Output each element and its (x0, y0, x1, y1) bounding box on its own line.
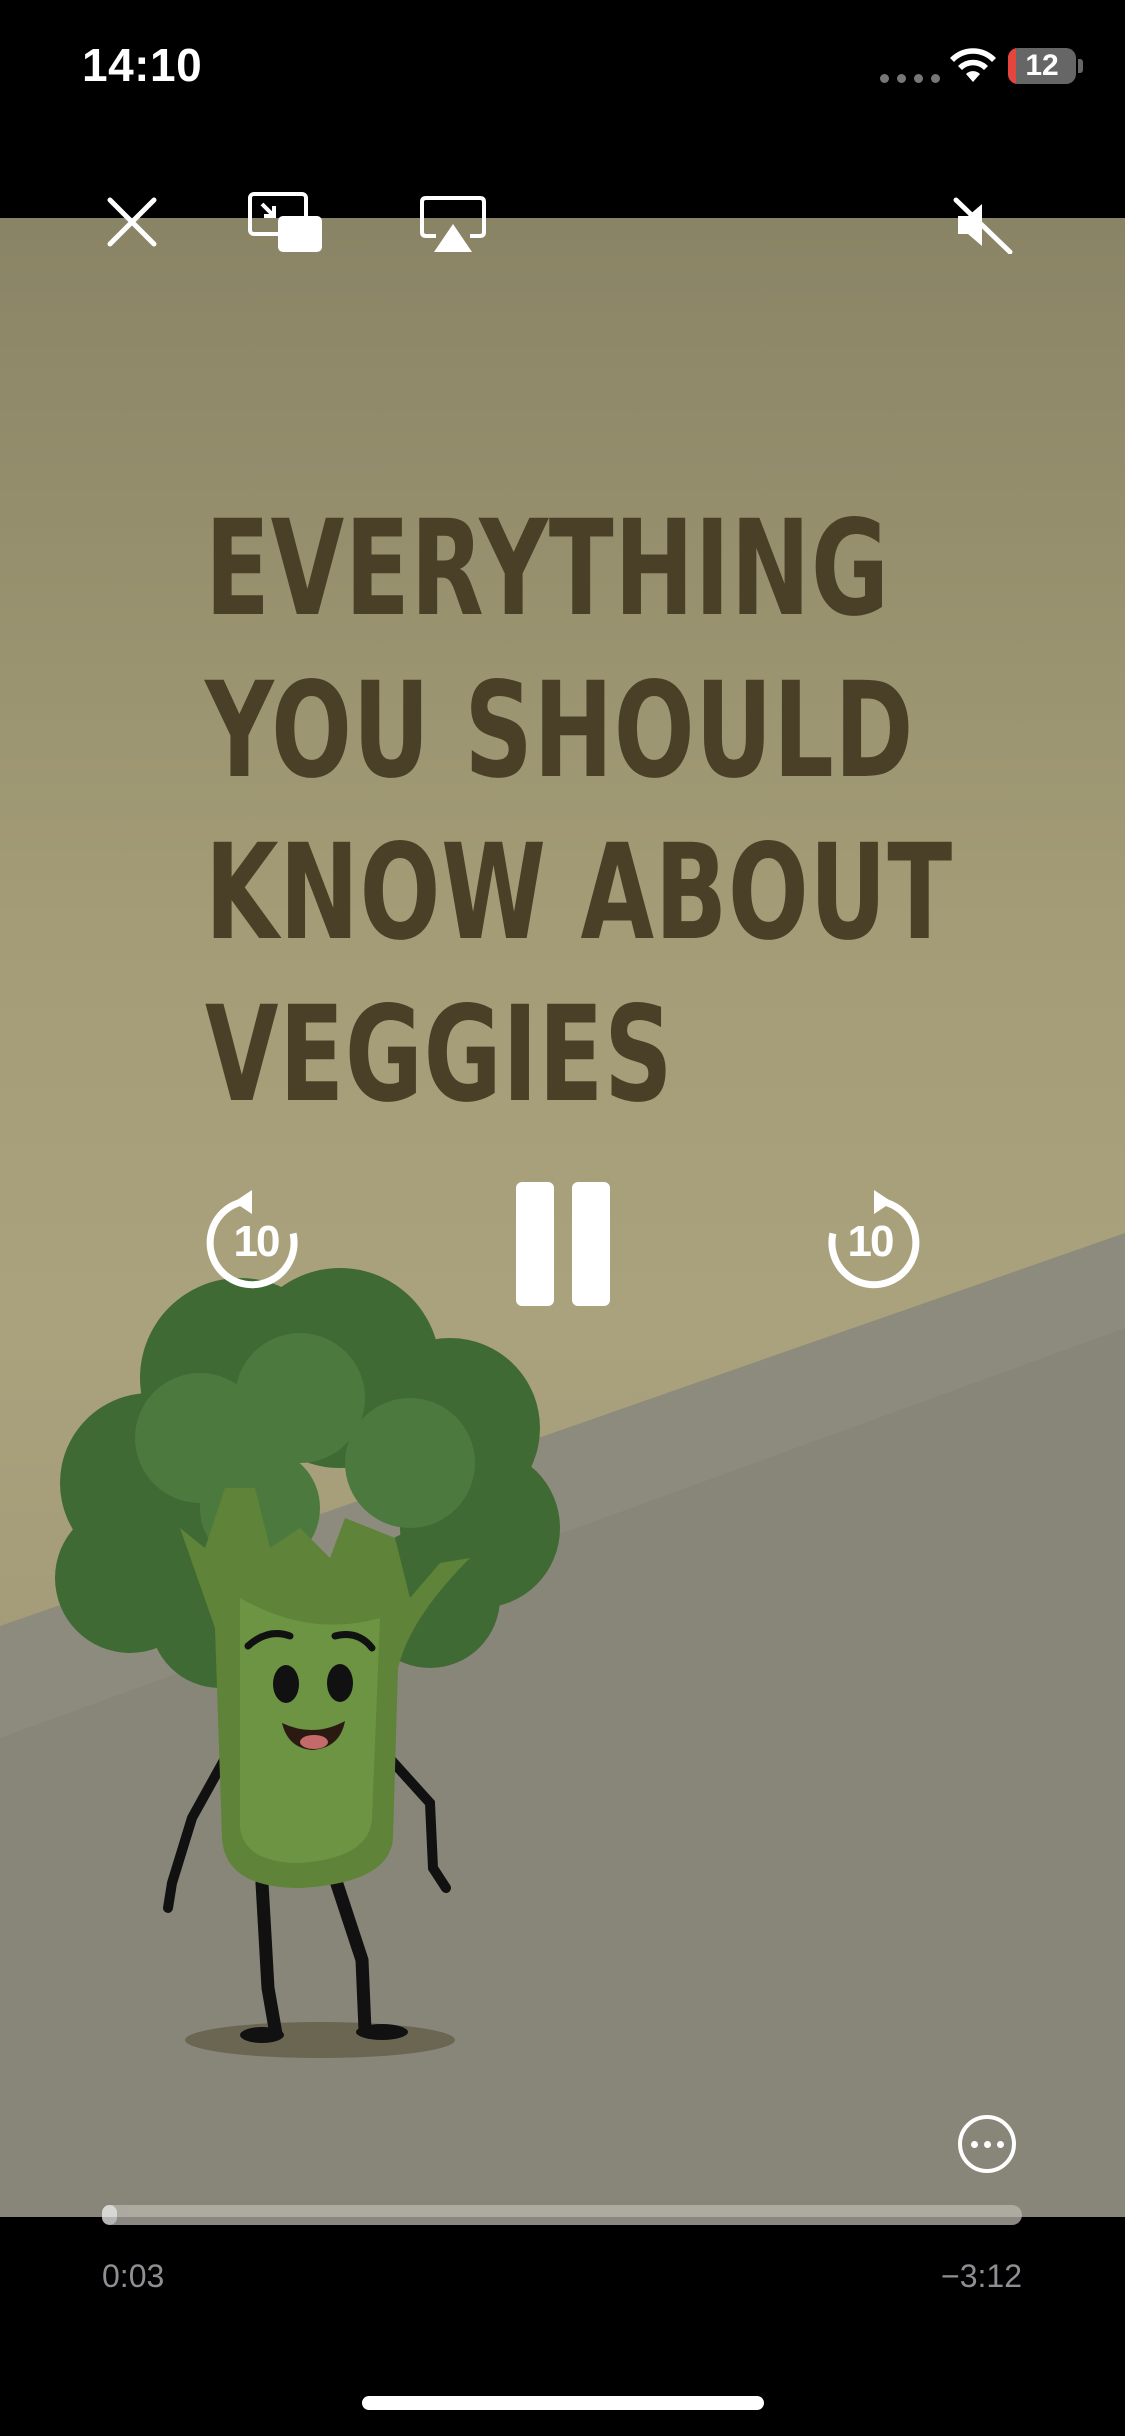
title-line: VEGGIES (205, 978, 674, 1132)
airplay-icon[interactable] (420, 196, 486, 254)
title-line: EVERYTHING (205, 492, 890, 646)
wifi-icon (950, 48, 996, 82)
remaining-time: −3:12 (941, 2258, 1022, 2294)
cellular-signal-icon (880, 74, 940, 83)
speaker-muted-icon[interactable] (952, 196, 1014, 254)
title-line: KNOW ABOUT (205, 816, 953, 970)
picture-in-picture-icon[interactable] (246, 190, 326, 256)
scrubber-progress (102, 2205, 117, 2225)
title-line: YOU SHOULD (205, 654, 915, 808)
skip-forward-label: 10 (847, 1217, 895, 1266)
more-options-button[interactable] (958, 2115, 1016, 2173)
home-indicator[interactable] (362, 2396, 764, 2410)
more-options-icon (970, 2140, 978, 2148)
battery-indicator: 12 (1008, 48, 1076, 84)
close-icon[interactable] (104, 194, 160, 250)
skip-back-label: 10 (233, 1217, 281, 1266)
elapsed-time: 0:03 (102, 2258, 165, 2294)
battery-percent: 12 (1025, 49, 1059, 82)
status-time: 14:10 (82, 39, 203, 91)
skip-back-10-button[interactable]: 10 (206, 1190, 306, 1290)
battery-cap (1078, 59, 1083, 73)
video-title-text: EVERYTHING YOU SHOULD KNOW ABOUT VEGGIES (205, 488, 953, 1136)
playback-scrubber[interactable] (102, 2205, 1022, 2225)
pause-icon (516, 1182, 610, 1306)
pause-button[interactable] (512, 1180, 612, 1308)
skip-forward-10-button[interactable]: 10 (820, 1190, 920, 1290)
